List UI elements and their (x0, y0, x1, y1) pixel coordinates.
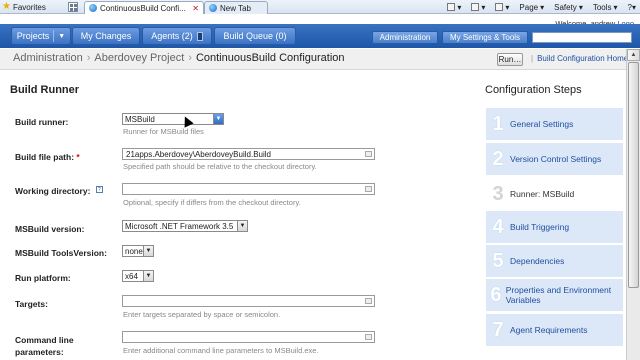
main-nav: Projects ▼ My Changes Agents (2) Build Q… (0, 24, 640, 48)
step-build-triggering[interactable]: 4 Build Triggering (486, 211, 623, 243)
projects-button[interactable]: Projects ▼ (11, 27, 71, 45)
my-changes-button[interactable]: My Changes (72, 27, 140, 45)
command-line-label: Command line parameters: (15, 335, 74, 357)
chevron-down-icon[interactable]: ▼ (143, 271, 153, 281)
help-icon[interactable]: ? (95, 186, 103, 193)
edit-icon[interactable] (365, 151, 372, 157)
chevron-down-icon[interactable]: ▼ (213, 114, 223, 124)
command-line-hint: Enter additional command line parameters… (123, 346, 319, 355)
steps-title: Configuration Steps (485, 84, 582, 96)
administration-button[interactable]: Administration (372, 31, 438, 44)
tab-title: New Tab (220, 3, 251, 13)
browser-tab-active[interactable]: ContinuousBuild Confi... ✕ (84, 1, 204, 14)
breadcrumb-administration[interactable]: Administration (13, 52, 83, 64)
edit-icon[interactable] (365, 298, 372, 304)
chevron-down-icon[interactable]: ▼ (237, 221, 247, 231)
page-menu[interactable]: Page ▾ (519, 3, 544, 12)
step-version-control[interactable]: 2 Version Control Settings (486, 143, 623, 175)
star-icon: ★ (2, 1, 11, 12)
quick-tabs-icon[interactable] (68, 2, 78, 12)
build-file-path-label: Build file path: * (15, 152, 80, 162)
browser-tab-new[interactable]: New Tab (204, 1, 268, 14)
command-line-input[interactable] (122, 331, 375, 343)
home-button[interactable]: ▾ (447, 3, 461, 12)
tools-menu[interactable]: Tools ▾ (593, 3, 618, 12)
msbuild-version-label: MSBuild version: (15, 224, 85, 234)
working-directory-input[interactable] (122, 183, 375, 195)
step-dependencies[interactable]: 5 Dependencies (486, 245, 623, 277)
search-input[interactable] (532, 32, 632, 43)
browser-command-bar: ▾ ▾ ▾ Page ▾ Safety ▾ Tools ▾ ?▾ (447, 1, 636, 13)
breadcrumb-current: ContinuousBuild Configuration (195, 52, 345, 64)
build-runner-select[interactable]: MSBuild ▼ (122, 113, 224, 125)
feed-icon (471, 3, 480, 11)
build-queue-button[interactable]: Build Queue (0) (214, 27, 296, 45)
edit-icon[interactable] (365, 186, 372, 192)
build-runner-form: Build Runner Build runner: MSBuild ▼ Run… (0, 71, 475, 360)
section-title: Build Runner (10, 84, 80, 96)
required-marker: * (76, 152, 80, 162)
working-directory-label: Working directory: ? (15, 186, 103, 196)
targets-label: Targets: (15, 299, 48, 309)
chevron-right-icon: › (86, 52, 91, 64)
page-icon (89, 4, 97, 12)
scroll-up-icon[interactable]: ▲ (627, 49, 640, 61)
step-agent-requirements[interactable]: 7 Agent Requirements (486, 314, 623, 346)
chevron-down-icon[interactable]: ▼ (58, 33, 65, 40)
breadcrumb: Administration › Aberdovey Project › Con… (0, 49, 640, 70)
build-file-path-input[interactable]: 21apps.Aberdovey\AberdoveyBuild.Build (122, 148, 375, 160)
step-properties[interactable]: 6 Properties and Environment Variables (486, 279, 623, 311)
scrollbar-thumb[interactable] (628, 62, 639, 288)
run-button[interactable]: Run… (497, 53, 523, 66)
build-config-home-link[interactable]: | Build Configuration Home (531, 54, 628, 63)
targets-input[interactable] (122, 295, 375, 307)
step-runner-current: 3 Runner: MSBuild (486, 178, 623, 210)
run-platform-label: Run platform: (15, 273, 71, 283)
step-general-settings[interactable]: 1 General Settings (486, 108, 623, 140)
close-tab-icon[interactable]: ✕ (192, 4, 199, 13)
tools-version-label: MSBuild ToolsVersion: (15, 248, 107, 258)
safety-menu[interactable]: Safety ▾ (554, 3, 583, 12)
working-directory-hint: Optional, specify if differs from the ch… (123, 198, 301, 207)
edit-icon[interactable] (365, 334, 372, 340)
agent-status-icon (196, 31, 203, 41)
feeds-button[interactable]: ▾ (471, 3, 485, 12)
targets-hint: Enter targets separated by space or semi… (123, 310, 281, 319)
home-icon (447, 3, 456, 11)
agents-button[interactable]: Agents (2) (142, 27, 212, 45)
build-runner-label: Build runner: (15, 117, 69, 127)
tab-title: ContinuousBuild Confi... (100, 3, 186, 13)
my-settings-button[interactable]: My Settings & Tools (442, 31, 528, 44)
page-icon (209, 4, 217, 12)
chevron-right-icon: › (188, 52, 192, 64)
tools-version-select[interactable]: none ▼ (122, 245, 154, 257)
configuration-steps: Configuration Steps 1 General Settings 2… (475, 71, 625, 360)
help-button[interactable]: ?▾ (628, 3, 636, 12)
chevron-down-icon[interactable]: ▼ (143, 246, 153, 256)
breadcrumb-project[interactable]: Aberdovey Project (94, 52, 184, 64)
browser-tab-bar: ★ Favorites ContinuousBuild Confi... ✕ N… (0, 0, 640, 14)
favorites-label: Favorites (12, 2, 46, 12)
favorites-button[interactable]: ★ Favorites (2, 1, 46, 13)
msbuild-version-select[interactable]: Microsoft .NET Framework 3.5 ▼ (122, 220, 248, 232)
build-runner-hint: Runner for MSBuild files (123, 127, 204, 136)
printer-icon (495, 3, 504, 11)
print-button[interactable]: ▾ (495, 3, 509, 12)
build-file-path-hint: Specified path should be relative to the… (123, 162, 317, 171)
run-platform-select[interactable]: x64 ▼ (122, 270, 154, 282)
vertical-scrollbar[interactable]: ▲ (626, 49, 640, 360)
